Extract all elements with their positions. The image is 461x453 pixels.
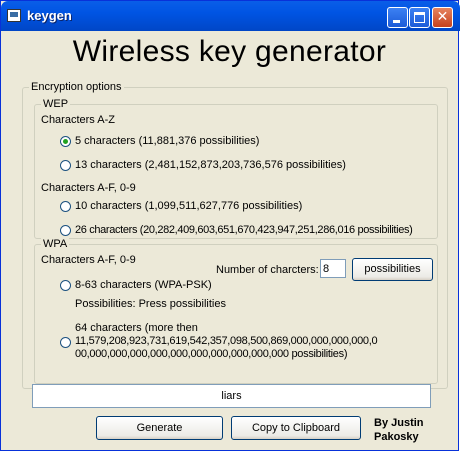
wpa-group: WPA Characters A-F, 0-9 8-63 characters … [34,237,438,384]
wpa-64-radio[interactable] [60,337,71,348]
wpa-64-label-line3[interactable]: 00,000,000,000,000,000,000,000,000,000,0… [75,347,348,361]
wep-13-label[interactable]: 13 characters (2,481,152,873,203,736,576… [75,158,346,172]
close-icon: ✕ [436,9,449,25]
wep-10-label[interactable]: 10 characters (1,099,511,627,776 possibi… [75,199,302,213]
wep-group: WEP Characters A-Z 5 characters (11,881,… [34,97,438,239]
encryption-options-group: Encryption options WEP Characters A-Z 5 … [22,80,448,389]
wpa-64-label-line1[interactable]: 64 characters (more then [75,321,198,335]
wep-26-radio[interactable] [60,225,71,236]
possibilities-button[interactable]: possibilities [352,258,433,281]
wpa-psk-label[interactable]: 8-63 characters (WPA-PSK) [75,278,212,292]
encryption-options-label: Encryption options [29,80,124,94]
wep-hex-heading: Characters A-F, 0-9 [41,182,136,194]
title-bar[interactable]: keygen ✕ [1,1,460,31]
credit-line1: By Justin [374,417,424,429]
wep-az-heading: Characters A-Z [41,114,115,126]
copy-to-clipboard-button[interactable]: Copy to Clipboard [231,416,361,440]
window-title: keygen [27,8,72,23]
wpa-psk-radio[interactable] [60,280,71,291]
wep-5-radio[interactable] [60,136,71,147]
maximize-icon [414,12,425,23]
app-icon [7,9,21,22]
wpa-64-label-line2[interactable]: 11,579,208,923,731,619,542,357,098,500,8… [75,334,378,348]
credit-line2: Pakosky [374,431,419,443]
wpa-hex-heading: Characters A-F, 0-9 [41,254,136,266]
wpa-label: WPA [41,237,70,251]
wpa-possibilities-text: Possibilities: Press possibilities [75,298,226,310]
num-chars-label: Number of charcters: [216,264,319,276]
client-area: Wireless key generator Encryption option… [4,31,455,448]
close-button[interactable]: ✕ [432,7,453,28]
wep-26-label[interactable]: 26 characters (20,282,409,603,651,670,42… [75,223,413,237]
key-output-field[interactable] [32,384,431,408]
wep-10-radio[interactable] [60,201,71,212]
wep-13-radio[interactable] [60,160,71,171]
minimize-button[interactable] [387,7,408,28]
num-chars-input[interactable] [320,259,346,278]
wep-label: WEP [41,97,71,111]
page-title: Wireless key generator [72,35,387,68]
maximize-button[interactable] [409,7,430,28]
generate-button[interactable]: Generate [96,416,223,440]
wep-5-label[interactable]: 5 characters (11,881,376 possibilities) [75,134,259,148]
minimize-icon [393,20,400,23]
app-window: keygen ✕ Wireless key generator Encrypti… [0,0,460,451]
